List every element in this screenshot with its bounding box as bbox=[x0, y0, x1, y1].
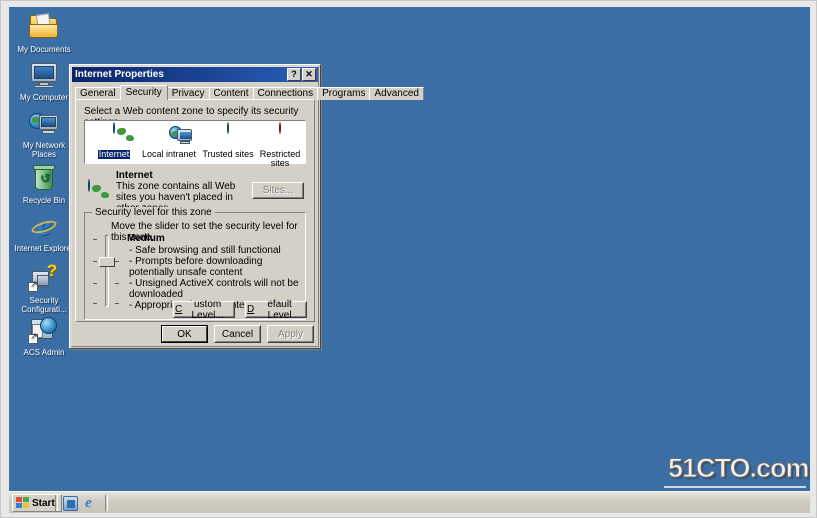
zone-label: Trusted sites bbox=[202, 149, 254, 159]
desktop-icon-internet-explorer[interactable]: e Internet Explorer bbox=[13, 210, 75, 253]
screenshot-frame: My Documents My Computer My Network Plac… bbox=[0, 0, 817, 518]
desktop-icon-recycle-bin[interactable]: ↺ Recycle Bin bbox=[13, 162, 75, 205]
taskbar[interactable]: Start e bbox=[9, 491, 810, 513]
apply-button[interactable]: Apply bbox=[267, 325, 314, 343]
sites-button[interactable]: Sites... bbox=[252, 182, 304, 199]
recycle-bin-icon: ↺ bbox=[28, 162, 60, 194]
zone-internet[interactable]: Internet bbox=[89, 122, 139, 159]
default-level-button[interactable]: Default Level bbox=[245, 298, 307, 321]
folder-documents-icon bbox=[28, 11, 60, 43]
tab-security[interactable]: Security bbox=[119, 85, 168, 100]
security-level-group: Security level for this zone Move the sl… bbox=[84, 207, 309, 321]
cancel-button-label: Cancel bbox=[215, 326, 260, 342]
zone-label: Internet bbox=[97, 149, 131, 159]
desktop-icon-label: ACS Admin bbox=[23, 348, 65, 357]
intranet-icon bbox=[157, 124, 192, 148]
cancel-button[interactable]: Cancel bbox=[214, 325, 261, 343]
desktop-icon-label: My Network Places bbox=[22, 141, 66, 159]
security-level-bullet: Unsigned ActiveX controls will not be do… bbox=[129, 278, 309, 300]
network-places-icon bbox=[28, 107, 60, 139]
desktop-icon-label: Security Configurati... bbox=[21, 296, 67, 314]
internet-explorer-icon: e bbox=[28, 210, 60, 242]
tab-advanced[interactable]: Advanced bbox=[369, 87, 424, 100]
dialog-title: Internet Properties bbox=[75, 69, 164, 80]
apply-button-label: Apply bbox=[268, 326, 313, 342]
watermark-divider bbox=[664, 486, 806, 488]
desktop-icon-security-configuration[interactable]: ? Security Configurati... bbox=[13, 262, 75, 314]
security-level-group-title: Security level for this zone bbox=[92, 207, 215, 218]
security-tab-page: Select a Web content zone to specify its… bbox=[75, 99, 315, 322]
taskbar-separator bbox=[105, 495, 108, 511]
ok-button-label: OK bbox=[162, 326, 207, 342]
dialog-titlebar[interactable]: Internet Properties ? ✕ bbox=[72, 67, 318, 82]
tab-strip[interactable]: General Security Privacy Content Connect… bbox=[75, 85, 424, 100]
red-deny-icon bbox=[268, 122, 292, 148]
globe-icon bbox=[102, 122, 126, 148]
start-button-label: Start bbox=[32, 497, 55, 509]
zone-local-intranet[interactable]: Local intranet bbox=[140, 124, 198, 159]
custom-level-button-label: ustom Level... bbox=[191, 298, 224, 321]
green-check-icon bbox=[216, 122, 240, 148]
security-level-slider[interactable] bbox=[91, 235, 121, 307]
show-desktop-icon[interactable] bbox=[63, 496, 78, 511]
desktop-icon-acs-admin[interactable]: ACS Admin bbox=[13, 314, 75, 357]
desktop-icon-my-computer[interactable]: My Computer bbox=[13, 59, 75, 102]
zone-trusted-sites[interactable]: Trusted sites bbox=[200, 122, 256, 159]
desktop-icon-label: My Computer bbox=[19, 93, 68, 102]
internet-explorer-icon[interactable]: e bbox=[81, 496, 96, 511]
security-level-bullet: Safe browsing and still functional bbox=[129, 245, 309, 256]
tab-programs[interactable]: Programs bbox=[317, 87, 371, 100]
zone-detail-name: Internet bbox=[116, 170, 153, 181]
zone-label: Restricted sites bbox=[259, 149, 301, 168]
desktop-icon-my-documents[interactable]: My Documents bbox=[13, 11, 75, 54]
dialog-buttons[interactable]: OK Cancel Apply bbox=[161, 325, 314, 343]
internet-properties-dialog[interactable]: Internet Properties ? ✕ General Security… bbox=[69, 64, 424, 349]
slider-thumb[interactable] bbox=[99, 257, 115, 267]
windows-flag-icon bbox=[16, 497, 29, 509]
ok-button[interactable]: OK bbox=[161, 325, 208, 343]
custom-level-button[interactable]: Custom Level... bbox=[173, 298, 235, 321]
close-button[interactable]: ✕ bbox=[302, 68, 316, 81]
security-level-name: Medium bbox=[127, 233, 165, 244]
sites-button-label: Sites... bbox=[253, 183, 303, 198]
zone-restricted-sites[interactable]: Restricted sites bbox=[257, 122, 303, 168]
zone-selector[interactable]: Internet Local intranet Trusted sites Re… bbox=[84, 120, 306, 168]
globe-icon bbox=[88, 179, 110, 202]
watermark-site: 51CTO.com bbox=[668, 453, 810, 484]
desktop-icon-label: My Documents bbox=[17, 45, 71, 54]
acs-admin-icon bbox=[28, 314, 60, 346]
slider-track[interactable] bbox=[105, 235, 109, 307]
computer-icon bbox=[28, 59, 60, 91]
desktop-icon-my-network-places[interactable]: My Network Places bbox=[13, 107, 75, 159]
zone-description-panel: Internet This zone contains all Web site… bbox=[84, 170, 306, 214]
desktop-icon-label: Internet Explorer bbox=[14, 244, 74, 253]
desktop[interactable]: My Documents My Computer My Network Plac… bbox=[9, 7, 810, 513]
security-configuration-icon: ? bbox=[28, 262, 60, 294]
desktop-icon-label: Recycle Bin bbox=[22, 196, 66, 205]
default-level-button-label: efault Level bbox=[267, 298, 292, 321]
security-level-bullet: Prompts before downloading potentially u… bbox=[129, 256, 309, 278]
help-button[interactable]: ? bbox=[287, 68, 301, 81]
taskbar-separator bbox=[55, 495, 58, 511]
zone-label: Local intranet bbox=[141, 149, 197, 159]
